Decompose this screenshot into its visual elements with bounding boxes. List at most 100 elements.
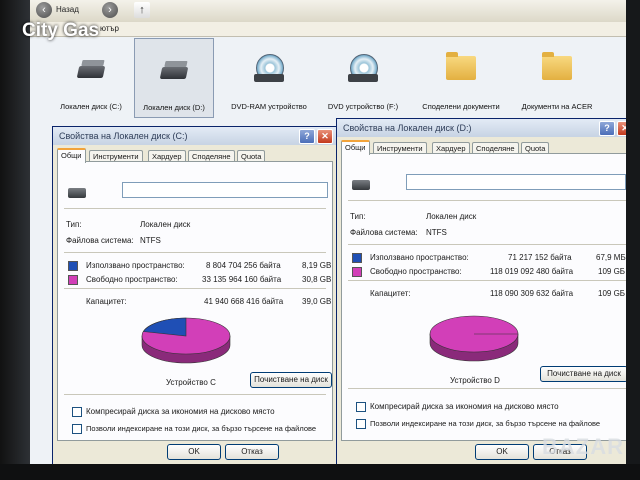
drive-item-c[interactable]: Локален диск (C:) [52,38,130,116]
divider [348,244,626,245]
index-checkbox[interactable] [72,424,82,434]
general-panel: Тип: Локален диск Файлова система: NTFS … [57,161,333,441]
watermark-brand: BAZAR [542,434,624,459]
free-space-label: Свободно пространство: [86,275,178,284]
cancel-button[interactable]: Отказ [225,444,279,460]
capacity-label: Капацитет: [86,297,127,306]
divider [64,288,326,289]
explorer-toolbar: ‹ Назад › ↑ [30,0,626,23]
filesystem-label: Файлова система: [350,228,418,237]
back-button[interactable]: ‹ [36,2,52,18]
volume-label-input[interactable] [122,182,328,198]
divider [348,388,626,389]
compress-label: Компресирай диска за икономия на дисково… [370,402,559,411]
volume-label-input[interactable] [406,174,626,190]
used-space-gb: 67,9 MБ [596,253,626,262]
monitor-bezel-bottom [0,464,640,480]
used-space-bytes: 71 217 152 байта [508,253,572,262]
capacity-label: Капацитет: [370,289,411,298]
free-space-label: Свободно пространство: [370,267,462,276]
tab-general[interactable]: Общи [57,148,86,163]
index-label: Позволи индексиране на този диск, за бър… [370,419,601,428]
capacity-gb: 39,0 GB [302,297,332,306]
filesystem-value: NTFS [140,236,161,245]
disk-usage-pie [429,315,519,362]
shared-documents-folder[interactable]: Споделени документи [422,38,500,116]
used-space-gb: 8,19 GB [302,261,332,270]
ok-button[interactable]: OK [167,444,221,460]
folder-icon [444,52,478,86]
type-value: Локален диск [426,212,477,221]
used-space-swatch [352,253,362,263]
hard-drive-icon [68,188,86,198]
free-space-bytes: 118 019 092 480 байта [490,267,574,276]
used-space-label: Използвано пространство: [86,261,185,270]
type-label: Тип: [350,212,366,221]
title-bar: Свойства на Локален диск (D:) ? ✕ [337,119,637,137]
folder-icon [540,52,574,86]
used-space-swatch [68,261,78,271]
monitor-bezel-right [626,0,640,480]
watermark-logo: City Gas [22,20,100,41]
disk-cleanup-button[interactable]: Почистване на диск [540,366,628,382]
ok-button[interactable]: OK [475,444,529,460]
free-space-swatch [352,267,362,277]
divider [64,394,326,395]
hard-drive-icon [74,52,108,86]
dvd-ram-drive-icon [252,52,286,86]
index-label: Позволи индексиране на този диск, за бър… [86,424,317,433]
divider [64,252,326,253]
tab-general[interactable]: Общи [341,140,370,155]
used-space-label: Използвано пространство: [370,253,469,262]
hard-drive-icon [157,53,191,87]
drive-label: Локален диск (C:) [60,102,122,111]
folder-label: Споделени документи [422,102,500,111]
capacity-gb: 109 GБ [598,289,626,298]
dialog-title: Свойства на Локален диск (C:) [59,131,188,141]
general-panel: Тип: Локален диск Файлова система: NTFS … [341,153,633,441]
back-label: Назад [56,5,79,14]
hard-drive-icon [352,180,370,190]
dialog-title: Свойства на Локален диск (D:) [343,123,472,133]
drive-item-d[interactable]: Локален диск (D:) [134,38,214,118]
filesystem-value: NTFS [426,228,447,237]
drive-item-dvd-f[interactable]: DVD устройство (F:) [324,38,402,116]
acer-documents-folder[interactable]: Документи на ACER [518,38,596,116]
drive-label: DVD устройство (F:) [327,102,399,111]
type-value: Локален диск [140,220,191,229]
forward-button[interactable]: › [102,2,118,18]
free-space-gb: 30,8 GB [302,275,332,284]
filesystem-label: Файлова система: [66,236,134,245]
help-button[interactable]: ? [599,121,615,136]
compress-label: Компресирай диска за икономия на дисково… [86,407,275,416]
help-button[interactable]: ? [299,129,315,144]
drive-label: Локален диск (D:) [143,103,205,112]
capacity-bytes: 41 940 668 416 байта [204,297,284,306]
close-button[interactable]: ✕ [317,129,333,144]
compress-checkbox[interactable] [72,407,82,417]
device-label: Устройство C [166,378,216,387]
compress-checkbox[interactable] [356,402,366,412]
drive-list: Локален диск (C:) Локален диск (D:) DVD-… [30,36,626,120]
properties-dialog-c: Свойства на Локален диск (C:) ? ✕ Общи И… [52,126,338,466]
address-bar[interactable]: ютър [30,22,626,37]
up-folder-icon[interactable]: ↑ [134,2,150,18]
divider [64,208,326,209]
disk-cleanup-button[interactable]: Почистване на диск [250,372,332,388]
dvd-drive-icon [346,52,380,86]
used-space-bytes: 8 804 704 256 байта [206,261,281,270]
disk-usage-pie [141,317,231,364]
index-checkbox[interactable] [356,419,366,429]
type-label: Тип: [66,220,82,229]
free-space-gb: 109 GБ [598,267,626,276]
drive-label: DVD-RAM устройство [231,102,307,111]
drive-item-dvd-ram[interactable]: DVD-RAM устройство [230,38,308,116]
folder-label: Документи на ACER [521,102,593,111]
free-space-bytes: 33 135 964 160 байта [202,275,282,284]
free-space-swatch [68,275,78,285]
properties-dialog-d: Свойства на Локален диск (D:) ? ✕ Общи И… [336,118,638,466]
title-bar: Свойства на Локален диск (C:) ? ✕ [53,127,337,145]
capacity-bytes: 118 090 309 632 байта [490,289,574,298]
divider [348,200,626,201]
device-label: Устройство D [450,376,500,385]
